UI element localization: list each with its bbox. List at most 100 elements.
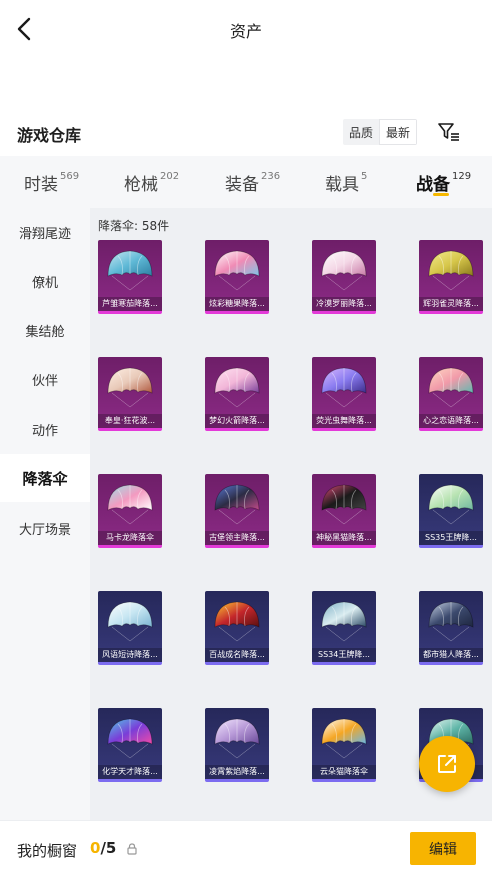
item-grid: 降落伞: 58件 芦雏寒茄降落... 炫彩糖果降落... 冷漠罗丽降落... 辉羽雀灵… [90, 208, 492, 820]
tab-count: 569 [60, 170, 80, 182]
parachute-icon [107, 718, 153, 759]
subcategory-sidebar: 滑翔尾迹 僚机 集结舱 伙伴 动作 降落伞 大厅场景 [0, 208, 90, 820]
sidebar-item-assembly-pod[interactable]: 集结舱 [0, 306, 90, 354]
parachute-name: 都市猎人降落... [419, 648, 483, 662]
parachute-icon [428, 601, 474, 642]
parachute-item[interactable]: 冷漠罗丽降落... [312, 240, 376, 314]
parachute-name: 梦幻火箭降落... [205, 414, 269, 428]
tab-combat-gear[interactable]: 战备 129 [416, 156, 471, 208]
parachute-item[interactable]: 心之恋语降落... [419, 357, 483, 431]
share-button[interactable] [419, 736, 475, 792]
parachute-item[interactable]: 化学天才降落... [98, 708, 162, 782]
parachute-item[interactable]: 炫彩糖果降落... [205, 240, 269, 314]
parachute-name: 奉皇·狂花波... [98, 414, 162, 428]
parachute-name: SS34王牌降... [312, 648, 376, 662]
lock-icon [127, 843, 137, 855]
parachute-item[interactable]: 辉羽雀灵降落... [419, 240, 483, 314]
parachute-name: 古堡领主降落... [205, 531, 269, 545]
parachute-icon [428, 484, 474, 525]
parachute-item[interactable]: 都市猎人降落... [419, 591, 483, 665]
warehouse-title: 游戏仓库 [17, 126, 82, 145]
parachute-icon [107, 601, 153, 642]
sidebar-item-lobby-scene[interactable]: 大厅场景 [0, 504, 90, 552]
page-header: 资产 [0, 0, 492, 58]
sort-by-latest[interactable]: 最新 [379, 119, 418, 145]
tab-count: 202 [160, 170, 180, 182]
parachute-name: 辉羽雀灵降落... [419, 297, 483, 311]
sidebar-item-wingman[interactable]: 僚机 [0, 257, 90, 305]
parachute-icon [214, 601, 260, 642]
parachute-item[interactable]: 风语短诗降落... [98, 591, 162, 665]
tab-vehicles[interactable]: 载具 5 [325, 156, 367, 208]
parachute-icon [214, 367, 260, 408]
parachute-icon [321, 250, 367, 291]
parachute-icon [214, 484, 260, 525]
parachute-name: 风语短诗降落... [98, 648, 162, 662]
parachute-item[interactable]: 凌霄紫焰降落... [205, 708, 269, 782]
sidebar-item-companion[interactable]: 伙伴 [0, 355, 90, 403]
parachute-item[interactable]: 神秘黑猫降落... [312, 474, 376, 548]
parachute-name: 马卡龙降落伞 [98, 531, 162, 545]
tab-label: 枪械 [124, 174, 158, 195]
parachute-item[interactable]: 古堡领主降落... [205, 474, 269, 548]
parachute-name: 云朵猫降落伞 [312, 765, 376, 779]
tab-count: 129 [452, 170, 472, 182]
parachute-item[interactable]: 芦雏寒茄降落... [98, 240, 162, 314]
filter-button[interactable] [436, 119, 462, 145]
showcase-count: 0/5 [90, 839, 116, 857]
parachute-name: 心之恋语降落... [419, 414, 483, 428]
tab-weapons[interactable]: 枪械 202 [124, 156, 179, 208]
sidebar-item-emote[interactable]: 动作 [0, 405, 90, 453]
sort-toggle: 品质 最新 [343, 119, 418, 145]
showcase-total: /5 [100, 839, 117, 857]
active-tab-indicator [433, 193, 449, 196]
parachute-icon [321, 484, 367, 525]
tab-fashion[interactable]: 时装 569 [24, 156, 79, 208]
edit-button[interactable]: 编辑 [410, 832, 476, 865]
parachute-icon [107, 484, 153, 525]
parachute-icon [428, 250, 474, 291]
parachute-icon [214, 718, 260, 759]
parachute-item[interactable]: 百战成名降落... [205, 591, 269, 665]
parachute-name: 凌霄紫焰降落... [205, 765, 269, 779]
parachute-name: 芦雏寒茄降落... [98, 297, 162, 311]
tab-label: 战备 [416, 174, 450, 195]
tab-label: 时装 [24, 174, 58, 195]
tab-count: 5 [361, 170, 368, 182]
parachute-icon [214, 250, 260, 291]
parachute-item[interactable]: 梦幻火箭降落... [205, 357, 269, 431]
parachute-icon [321, 367, 367, 408]
parachute-icon [107, 367, 153, 408]
parachute-item[interactable]: 马卡龙降落伞 [98, 474, 162, 548]
tab-equipment[interactable]: 装备 236 [225, 156, 280, 208]
category-tabs: 时装 569 枪械 202 装备 236 载具 5 战备 129 [0, 156, 492, 208]
item-count-label: 降落伞: 58件 [98, 219, 170, 233]
parachute-item[interactable]: SS34王牌降... [312, 591, 376, 665]
sort-by-quality[interactable]: 品质 [343, 119, 380, 145]
parachute-item[interactable]: 荧光虫舞降落... [312, 357, 376, 431]
tab-count: 236 [261, 170, 281, 182]
parachute-item[interactable]: 奉皇·狂花波... [98, 357, 162, 431]
parachute-name: 化学天才降落... [98, 765, 162, 779]
showcase-bar: 我的橱窗 0/5 编辑 [0, 820, 492, 876]
parachute-item[interactable]: 云朵猫降落伞 [312, 708, 376, 782]
filter-icon [438, 123, 459, 141]
tab-label: 载具 [325, 174, 359, 195]
parachute-name: 神秘黑猫降落... [312, 531, 376, 545]
parachute-icon [107, 250, 153, 291]
share-icon [438, 755, 456, 773]
parachute-name: 荧光虫舞降落... [312, 414, 376, 428]
parachute-name: 炫彩糖果降落... [205, 297, 269, 311]
parachute-icon [321, 718, 367, 759]
page-title: 资产 [229, 22, 262, 41]
parachute-name: 冷漠罗丽降落... [312, 297, 376, 311]
parachute-icon [321, 601, 367, 642]
parachute-icon [428, 367, 474, 408]
tab-label: 装备 [225, 174, 259, 195]
parachute-name: 百战成名降落... [205, 648, 269, 662]
showcase-current: 0 [90, 839, 101, 857]
sidebar-item-parachute[interactable]: 降落伞 [0, 454, 90, 502]
parachute-item[interactable]: SS35王牌降... [419, 474, 483, 548]
sidebar-item-glide-trail[interactable]: 滑翔尾迹 [0, 208, 90, 256]
parachute-name: SS35王牌降... [419, 531, 483, 545]
